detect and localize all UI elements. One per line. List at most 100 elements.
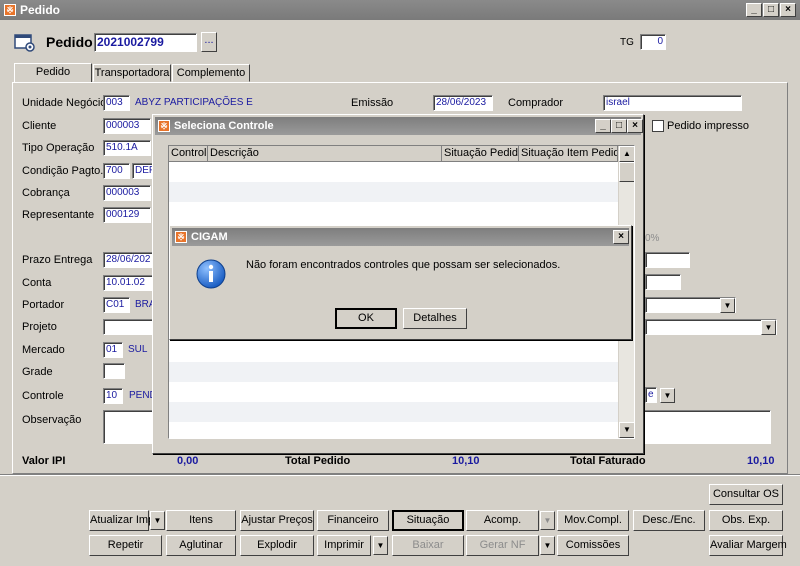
grid-row[interactable] — [169, 342, 634, 362]
comprador-field[interactable]: israel — [603, 95, 742, 111]
itens-button[interactable]: Itens — [166, 510, 236, 531]
controle-code-field[interactable]: 10 — [103, 388, 123, 404]
dropdown-arrow-icon[interactable]: ▼ — [150, 511, 165, 530]
tipo-operacao-field[interactable]: 510.1A — [103, 140, 151, 156]
grid-row[interactable] — [169, 402, 634, 422]
close-button[interactable]: × — [613, 230, 629, 244]
app-icon: ※ — [4, 4, 16, 16]
column-header-situacao-pedido[interactable]: Situação Pedido — [442, 146, 519, 162]
consultar-os-button[interactable]: Consultar OS — [709, 484, 783, 505]
cobranca-label: Cobrança — [22, 187, 70, 199]
grid-row[interactable] — [169, 162, 634, 182]
maximize-button[interactable]: □ — [611, 119, 627, 133]
total-faturado-label: Total Faturado — [570, 455, 646, 467]
column-header-descricao[interactable]: Descrição — [208, 146, 442, 162]
right-field-1[interactable] — [645, 252, 690, 268]
dropdown-arrow-icon[interactable]: ▼ — [373, 536, 388, 555]
prazo-field[interactable]: 28/06/202 — [103, 252, 155, 268]
pedido-impresso-checkbox[interactable] — [652, 120, 664, 132]
cigam-title: CIGAM — [191, 231, 228, 243]
valor-ipi-value: 0,00 — [177, 455, 199, 467]
dropdown-arrow-icon[interactable]: ▼ — [720, 298, 735, 313]
conta-field[interactable]: 10.01.02 — [103, 275, 155, 291]
obs-exp-button[interactable]: Obs. Exp. — [709, 510, 783, 531]
avaliar-margem-button[interactable]: Avaliar Margem — [709, 535, 787, 556]
maximize-button[interactable]: □ — [763, 3, 779, 17]
cobranca-code-field[interactable]: 000003 — [103, 185, 151, 201]
cliente-code-field[interactable]: 000003 — [103, 118, 151, 134]
grade-field[interactable] — [103, 363, 125, 379]
valor-ipi-label: Valor IPI — [22, 455, 66, 467]
column-header-controle[interactable]: Controle — [169, 146, 208, 162]
projeto-field[interactable] — [103, 319, 155, 335]
pedido-impresso-label: Pedido impresso — [667, 120, 749, 132]
message-text: Não foram encontrados controles que poss… — [246, 259, 561, 271]
info-icon — [196, 259, 226, 289]
repetir-button[interactable]: Repetir — [89, 535, 162, 556]
mercado-code-field[interactable]: 01 — [103, 342, 123, 358]
controle-right-fragment[interactable]: e — [645, 387, 657, 403]
tab-transportadora[interactable]: Transportadora — [93, 64, 171, 82]
representante-code-field[interactable]: 000129 — [103, 207, 151, 223]
tab-pedido[interactable]: Pedido — [14, 63, 92, 83]
column-header-situacao-item[interactable]: Situação Item Pedido — [519, 146, 618, 162]
seleciona-controle-titlebar: ※ Seleciona Controle _ □ × — [155, 117, 643, 135]
gerar-nf-button[interactable]: Gerar NF — [466, 535, 539, 556]
close-button[interactable]: × — [627, 119, 643, 133]
app-icon: ※ — [175, 231, 187, 243]
dropdown-arrow-icon[interactable]: ▼ — [540, 511, 555, 530]
minimize-button[interactable]: _ — [595, 119, 611, 133]
dropdown-arrow-icon[interactable]: ▼ — [660, 388, 675, 403]
cigam-message-dialog: ※ CIGAM × Não foram encontrados controle… — [169, 225, 632, 340]
portador-code-field[interactable]: C01 — [103, 297, 130, 313]
desc-enc-button[interactable]: Desc./Enc. — [633, 510, 705, 531]
explodir-button[interactable]: Explodir — [240, 535, 314, 556]
prazo-label: Prazo Entrega — [22, 254, 93, 266]
tab-complemento[interactable]: Complemento — [172, 64, 250, 82]
ok-button[interactable]: OK — [335, 308, 397, 329]
emissao-label: Emissão — [351, 97, 394, 109]
cigam-titlebar: ※ CIGAM × — [172, 228, 629, 246]
scroll-down-icon[interactable]: ▼ — [619, 422, 634, 438]
representante-label: Representante — [22, 209, 95, 221]
total-pedido-label: Total Pedido — [285, 455, 351, 467]
unidade-code-field[interactable]: 003 — [103, 95, 130, 111]
dropdown-arrow-icon[interactable]: ▼ — [540, 536, 555, 555]
total-pedido-value: 10,10 — [452, 455, 480, 467]
conta-label: Conta — [22, 277, 52, 289]
detalhes-button[interactable]: Detalhes — [403, 308, 467, 329]
condicao-code-field[interactable]: 700 — [103, 163, 130, 179]
controle-label: Controle — [22, 390, 64, 402]
acomp-button[interactable]: Acomp. — [466, 510, 539, 531]
imprimir-button[interactable]: Imprimir — [317, 535, 371, 556]
minimize-button[interactable]: _ — [746, 3, 762, 17]
situacao-button[interactable]: Situação — [392, 510, 464, 531]
close-button[interactable]: × — [780, 3, 796, 17]
seleciona-controle-title: Seleciona Controle — [174, 120, 274, 132]
right-select-2[interactable] — [645, 319, 777, 335]
dropdown-arrow-icon[interactable]: ▼ — [761, 320, 776, 335]
condicao-name-field[interactable]: DEP — [132, 163, 154, 179]
mercado-label: Mercado — [22, 344, 65, 356]
mov-compl-button[interactable]: Mov.Compl. — [557, 510, 629, 531]
scroll-thumb[interactable] — [619, 162, 634, 182]
grid-row[interactable] — [169, 362, 634, 382]
ajustar-precos-button[interactable]: Ajustar Preços — [240, 510, 314, 531]
baixar-button[interactable]: Baixar — [392, 535, 464, 556]
pedido-lookup-button[interactable]: ... — [201, 32, 217, 52]
aglutinar-button[interactable]: Aglutinar — [166, 535, 236, 556]
financeiro-button[interactable]: Financeiro — [317, 510, 389, 531]
grid-row[interactable] — [169, 182, 634, 202]
grid-row[interactable] — [169, 202, 634, 222]
comissoes-button[interactable]: Comissões — [557, 535, 629, 556]
tg-field[interactable]: 0 — [640, 34, 666, 50]
grid-row[interactable] — [169, 382, 634, 402]
percent-value: 0% — [645, 233, 660, 244]
pedido-number-field[interactable]: 2021002799 — [94, 33, 197, 52]
projeto-label: Projeto — [22, 321, 57, 333]
atualizar-imp-button[interactable]: Atualizar Imp — [89, 510, 154, 531]
scroll-up-icon[interactable]: ▲ — [619, 146, 634, 162]
window-title: Pedido — [20, 3, 61, 17]
right-field-2[interactable] — [645, 274, 681, 290]
emissao-field[interactable]: 28/06/2023 — [433, 95, 493, 111]
